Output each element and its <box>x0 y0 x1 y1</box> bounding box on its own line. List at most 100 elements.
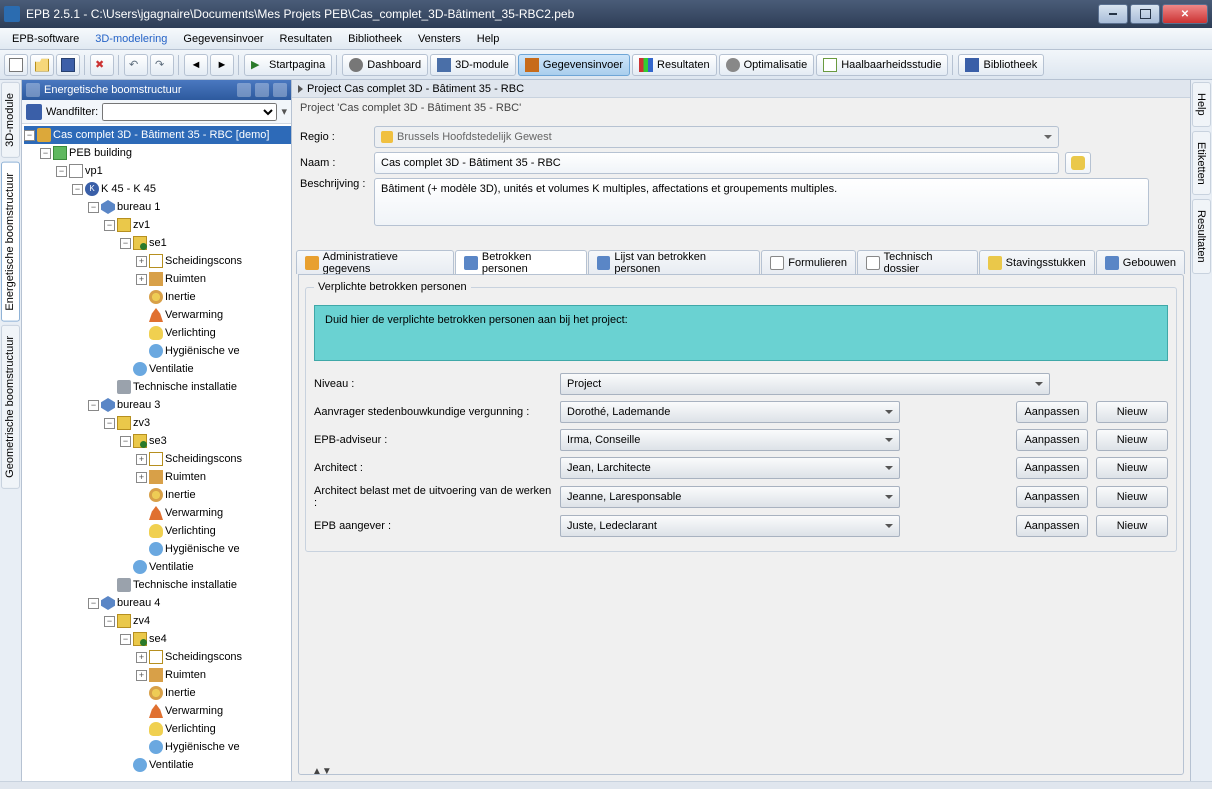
tree-expander-icon[interactable]: − <box>120 238 131 249</box>
aanpassen-button[interactable]: Aanpassen <box>1016 429 1088 451</box>
window-minimize-button[interactable] <box>1098 4 1128 24</box>
person-row-select[interactable]: Dorothé, Lademande <box>560 401 900 423</box>
tab-lijst-betrokken-personen[interactable]: Lijst van betrokken personen <box>588 250 761 274</box>
tree-node[interactable]: Verlichting <box>136 522 291 540</box>
tab-gebouwen[interactable]: Gebouwen <box>1096 250 1185 274</box>
toolbar-optimalisatie-button[interactable]: Optimalisatie <box>719 54 815 76</box>
tree-node[interactable]: −bureau 4 <box>88 594 291 612</box>
vtab-energetische-boom[interactable]: Energetische boomstructuur <box>1 162 20 322</box>
menu-bibliotheek[interactable]: Bibliotheek <box>340 31 410 47</box>
tree-expander-icon[interactable]: − <box>88 202 99 213</box>
menu-gegevensinvoer[interactable]: Gegevensinvoer <box>175 31 271 47</box>
menu-resultaten[interactable]: Resultaten <box>272 31 341 47</box>
vtab-etiketten[interactable]: Etiketten <box>1192 131 1211 196</box>
aanpassen-button[interactable]: Aanpassen <box>1016 457 1088 479</box>
niveau-select[interactable]: Project <box>560 373 1050 395</box>
tree-node[interactable]: Inertie <box>136 486 291 504</box>
menu-vensters[interactable]: Vensters <box>410 31 469 47</box>
tree-node[interactable]: −PEB building <box>40 144 291 162</box>
tab-technisch-dossier[interactable]: Technisch dossier <box>857 250 978 274</box>
menu-epb-software[interactable]: EPB-software <box>4 31 87 47</box>
tree-node[interactable]: −se4 <box>120 630 291 648</box>
tree-expander-icon[interactable]: − <box>88 598 99 609</box>
nieuw-button[interactable]: Nieuw <box>1096 486 1168 508</box>
toolbar-undo-button[interactable]: ↶ <box>124 54 148 76</box>
tree-node[interactable]: +Ruimten <box>136 666 291 684</box>
tree-expander-icon[interactable]: − <box>120 436 131 447</box>
wandfilter-select[interactable] <box>102 103 277 121</box>
nieuw-button[interactable]: Nieuw <box>1096 401 1168 423</box>
tree-node[interactable]: Verlichting <box>136 324 291 342</box>
panel-dock-icon[interactable] <box>237 83 251 97</box>
vtab-geometrische-boom[interactable]: Geometrische boomstructuur <box>1 325 20 489</box>
nieuw-button[interactable]: Nieuw <box>1096 515 1168 537</box>
toolbar-open-button[interactable] <box>30 54 54 76</box>
tree-expander-icon[interactable]: − <box>88 400 99 411</box>
nieuw-button[interactable]: Nieuw <box>1096 429 1168 451</box>
tree-node[interactable]: Verwarming <box>136 702 291 720</box>
tree-node[interactable]: −vp1 <box>56 162 291 180</box>
tree-expander-icon[interactable]: − <box>56 166 67 177</box>
tree-node[interactable]: Hygiënische ve <box>136 540 291 558</box>
toolbar-save-button[interactable] <box>56 54 80 76</box>
tree-node[interactable]: +Ruimten <box>136 468 291 486</box>
tree-expander-icon[interactable]: + <box>136 652 147 663</box>
tree-expander-icon[interactable]: + <box>136 256 147 267</box>
toolbar-new-button[interactable] <box>4 54 28 76</box>
tree-node[interactable]: −zv3 <box>104 414 291 432</box>
toolbar-startpagina-button[interactable]: ▶Startpagina <box>244 54 332 76</box>
aanpassen-button[interactable]: Aanpassen <box>1016 515 1088 537</box>
tree-node[interactable]: +Ruimten <box>136 270 291 288</box>
tree-expander-icon[interactable]: + <box>136 274 147 285</box>
vtab-help[interactable]: Help <box>1192 82 1211 127</box>
tree-node[interactable]: −Cas complet 3D - Bâtiment 35 - RBC [dem… <box>24 126 291 144</box>
tree-node[interactable]: Technische installatie <box>104 576 291 594</box>
vtab-resultaten[interactable]: Resultaten <box>1192 199 1211 274</box>
tree-node[interactable]: +Scheidingscons <box>136 450 291 468</box>
tree-node[interactable]: Technische installatie <box>104 378 291 396</box>
tab-stavingsstukken[interactable]: Stavingsstukken <box>979 250 1095 274</box>
tree-node[interactable]: Inertie <box>136 684 291 702</box>
regio-select[interactable]: Brussels Hoofdstedelijk Gewest <box>374 126 1059 148</box>
naam-key-button[interactable] <box>1065 152 1091 174</box>
tree-expander-icon[interactable]: + <box>136 454 147 465</box>
panel-close-icon[interactable] <box>273 83 287 97</box>
tab-administratieve-gegevens[interactable]: Administratieve gegevens <box>296 250 454 274</box>
person-row-select[interactable]: Jean, Larchitecte <box>560 457 900 479</box>
tree-expander-icon[interactable]: + <box>136 472 147 483</box>
tree-node[interactable]: Ventilatie <box>120 360 291 378</box>
tree-node[interactable]: −se3 <box>120 432 291 450</box>
tree-expander-icon[interactable]: − <box>104 418 115 429</box>
toolbar-gegevensinvoer-button[interactable]: Gegevensinvoer <box>518 54 630 76</box>
toolbar-prev-button[interactable]: ◄ <box>184 54 208 76</box>
tree-node[interactable]: +Scheidingscons <box>136 648 291 666</box>
person-row-select[interactable]: Jeanne, Laresponsable <box>560 486 900 508</box>
tree-view[interactable]: −Cas complet 3D - Bâtiment 35 - RBC [dem… <box>22 124 291 781</box>
filter-dropdown-icon[interactable]: ▾ <box>281 105 287 118</box>
window-maximize-button[interactable] <box>1130 4 1160 24</box>
person-row-select[interactable]: Juste, Ledeclarant <box>560 515 900 537</box>
toolbar-haalbaarheidsstudie-button[interactable]: Haalbaarheidsstudie <box>816 54 948 76</box>
panel-resizer-icon[interactable]: ▲▼ <box>312 766 332 777</box>
tab-betrokken-personen[interactable]: Betrokken personen <box>455 250 586 274</box>
tree-node[interactable]: Hygiënische ve <box>136 738 291 756</box>
tab-formulieren[interactable]: Formulieren <box>761 250 856 274</box>
aanpassen-button[interactable]: Aanpassen <box>1016 486 1088 508</box>
nieuw-button[interactable]: Nieuw <box>1096 457 1168 479</box>
tree-expander-icon[interactable]: − <box>104 616 115 627</box>
tree-expander-icon[interactable]: − <box>40 148 51 159</box>
panel-pin-icon[interactable] <box>255 83 269 97</box>
tree-node[interactable]: −se1 <box>120 234 291 252</box>
tree-node[interactable]: −zv4 <box>104 612 291 630</box>
toolbar-3d-module-button[interactable]: 3D-module <box>430 54 516 76</box>
toolbar-resultaten-button[interactable]: Resultaten <box>632 54 717 76</box>
tree-node[interactable]: −zv1 <box>104 216 291 234</box>
tree-expander-icon[interactable]: − <box>120 634 131 645</box>
tree-node[interactable]: Verwarming <box>136 504 291 522</box>
aanpassen-button[interactable]: Aanpassen <box>1016 401 1088 423</box>
tree-expander-icon[interactable]: + <box>136 670 147 681</box>
tree-node[interactable]: Verlichting <box>136 720 291 738</box>
naam-input[interactable]: Cas complet 3D - Bâtiment 35 - RBC <box>374 152 1059 174</box>
toolbar-delete-button[interactable]: ✖ <box>90 54 114 76</box>
tree-expander-icon[interactable]: − <box>104 220 115 231</box>
